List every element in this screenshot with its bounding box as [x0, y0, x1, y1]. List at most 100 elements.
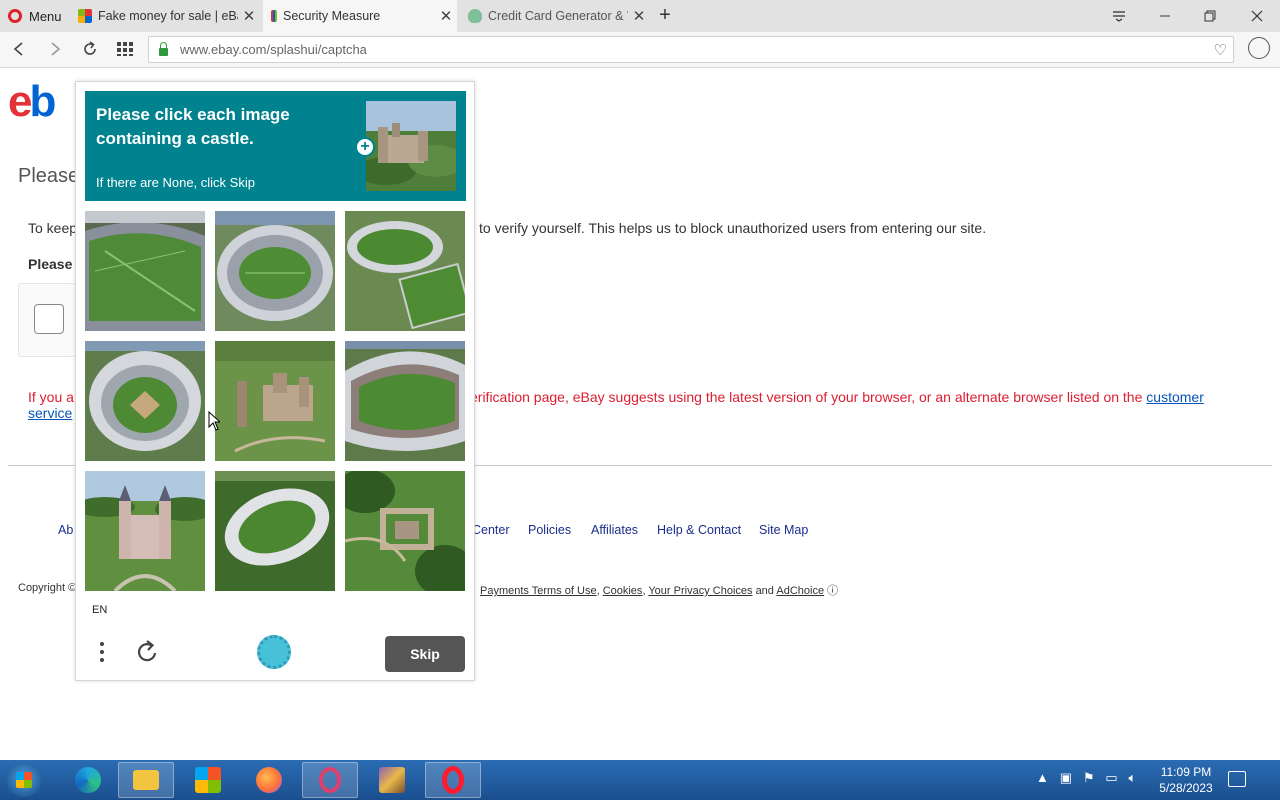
edge-icon	[75, 767, 101, 793]
close-window-icon[interactable]	[1234, 0, 1280, 32]
tab-bar: Menu Fake money for sale | eBay ✕ Securi…	[0, 0, 1280, 32]
windows-taskbar: ▲ ▣ ⚑ ▭ 🔈︎ 11:09 PM 5/28/2023	[0, 760, 1280, 800]
firefox-icon	[256, 767, 282, 793]
refresh-challenge-icon[interactable]	[134, 638, 162, 666]
please-label: Please	[28, 256, 73, 272]
payments-terms-link[interactable]: Payments Terms of Use	[480, 585, 597, 597]
language-selector[interactable]: EN	[92, 604, 107, 616]
captcha-tile-9[interactable]	[345, 471, 465, 591]
tab-title: Security Measure	[283, 9, 381, 23]
browser-warning-text: erification page, eBay suggests using th…	[470, 389, 1252, 405]
legal-links: Payments Terms of Use, Cookies, Your Pri…	[480, 585, 839, 597]
captcha-checkbox[interactable]	[34, 304, 64, 334]
adchoice-link[interactable]: AdChoice	[776, 585, 824, 597]
taskbar-clock[interactable]: 11:09 PM 5/28/2023	[1157, 764, 1215, 796]
tab-fake-money[interactable]: Fake money for sale | eBay ✕	[70, 0, 260, 32]
taskbar-store[interactable]	[180, 762, 236, 798]
taskbar-opera[interactable]	[425, 762, 481, 798]
tab-credit-card-generator[interactable]: Credit Card Generator & V ✕	[460, 0, 650, 32]
and-text: and	[755, 585, 774, 597]
captcha-tile-5[interactable]	[215, 341, 335, 461]
opera-gx-icon	[319, 767, 341, 793]
footer-about-link[interactable]: Ab	[58, 523, 73, 537]
close-tab-icon[interactable]: ✕	[238, 7, 260, 25]
intro-text-left: To keep	[28, 220, 78, 236]
captcha-tile-1[interactable]	[85, 211, 205, 331]
taskbar-archiver[interactable]	[364, 762, 420, 798]
more-options-icon[interactable]	[98, 640, 106, 668]
browser-warning-right: erification page, eBay suggests using th…	[470, 389, 1143, 405]
opera-logo-icon	[8, 9, 22, 23]
url-text: www.ebay.com/splashui/captcha	[180, 42, 367, 57]
start-button-icon[interactable]	[6, 763, 42, 797]
tab-security-measure[interactable]: Security Measure ✕	[263, 0, 457, 32]
volume-icon[interactable]: 🔈︎	[1129, 770, 1137, 785]
adchoice-info-icon: ⓘ	[827, 585, 839, 597]
address-bar: www.ebay.com/splashui/captcha ♡	[0, 32, 1280, 68]
cookies-link[interactable]: Cookies	[603, 585, 643, 597]
taskbar-edge[interactable]	[60, 762, 116, 798]
opera-icon	[442, 766, 464, 794]
reload-icon[interactable]	[77, 36, 103, 62]
taskbar-firefox[interactable]	[241, 762, 297, 798]
action-center-flag-icon[interactable]: ⚑	[1083, 770, 1095, 785]
clock-time: 11:09 PM	[1160, 765, 1212, 779]
tab-title: Credit Card Generator & V	[488, 9, 628, 23]
network-icon[interactable]: ▭	[1105, 770, 1117, 785]
close-tab-icon[interactable]: ✕	[435, 7, 457, 25]
account-icon[interactable]	[1248, 37, 1270, 59]
back-icon[interactable]	[6, 36, 32, 62]
folder-icon	[133, 770, 159, 790]
captcha-tile-4[interactable]	[85, 341, 205, 461]
minimize-icon[interactable]	[1142, 0, 1188, 32]
captcha-tile-3[interactable]	[345, 211, 465, 331]
captcha-header: Please click each image containing a cas…	[85, 91, 466, 201]
customer-service-link[interactable]: service	[28, 405, 72, 421]
restore-icon[interactable]	[1187, 0, 1233, 32]
mouse-cursor-icon	[208, 410, 222, 431]
footer-policies-link[interactable]: Policies	[528, 523, 571, 537]
tab-menu-icon[interactable]	[1096, 0, 1142, 32]
footer-help-contact-link[interactable]: Help & Contact	[657, 523, 741, 537]
captcha-prompt: Please click each image containing a cas…	[96, 105, 290, 148]
hcaptcha-logo-icon[interactable]	[257, 635, 291, 669]
forward-icon[interactable]	[42, 36, 68, 62]
ebay-logo[interactable]: eb	[8, 77, 56, 127]
system-tray: ▲ ▣ ⚑ ▭ 🔈︎	[1036, 770, 1136, 786]
captcha-challenge: Please click each image containing a cas…	[75, 81, 475, 681]
archive-icon	[379, 767, 405, 793]
menu-label: Menu	[29, 8, 62, 24]
secure-lock-icon	[159, 41, 168, 56]
shield-favicon-icon	[468, 9, 482, 23]
expand-example-icon[interactable]: +	[355, 137, 375, 157]
tab-title: Fake money for sale | eBay	[98, 9, 238, 23]
store-icon	[195, 767, 221, 793]
captcha-tile-7[interactable]	[85, 471, 205, 591]
taskbar-opera-gx[interactable]	[302, 762, 358, 798]
captcha-tile-6[interactable]	[345, 341, 465, 461]
ebay-favicon-icon	[78, 9, 92, 23]
taskbar-explorer[interactable]	[118, 762, 174, 798]
new-tab-icon[interactable]: +	[654, 4, 676, 28]
customer-link[interactable]: customer	[1146, 389, 1204, 405]
footer-center-link[interactable]: Center	[472, 523, 510, 537]
speed-dial-icon[interactable]	[112, 36, 138, 62]
bookmark-heart-icon[interactable]: ♡	[1214, 41, 1227, 59]
close-tab-icon[interactable]: ✕	[628, 7, 650, 25]
footer-site-map-link[interactable]: Site Map	[759, 523, 808, 537]
footer-affiliates-link[interactable]: Affiliates	[591, 523, 638, 537]
privacy-choices-link[interactable]: Your Privacy Choices	[648, 585, 752, 597]
show-hidden-icons[interactable]: ▲	[1036, 770, 1049, 785]
captcha-tile-8[interactable]	[215, 471, 335, 591]
clock-date: 5/28/2023	[1159, 781, 1213, 795]
url-field[interactable]: www.ebay.com/splashui/captcha ♡	[148, 36, 1234, 63]
example-castle-image[interactable]	[366, 101, 456, 191]
captcha-tile-2[interactable]	[215, 211, 335, 331]
ebay-favicon-icon	[271, 10, 277, 22]
tray-app-icon[interactable]: ▣	[1060, 770, 1072, 785]
captcha-skip-hint: If there are None, click Skip	[96, 175, 255, 190]
copyright-text: Copyright ©	[18, 582, 77, 594]
opera-menu-button[interactable]: Menu	[0, 0, 66, 32]
skip-button[interactable]: Skip	[385, 636, 465, 672]
notifications-icon[interactable]	[1228, 771, 1246, 787]
